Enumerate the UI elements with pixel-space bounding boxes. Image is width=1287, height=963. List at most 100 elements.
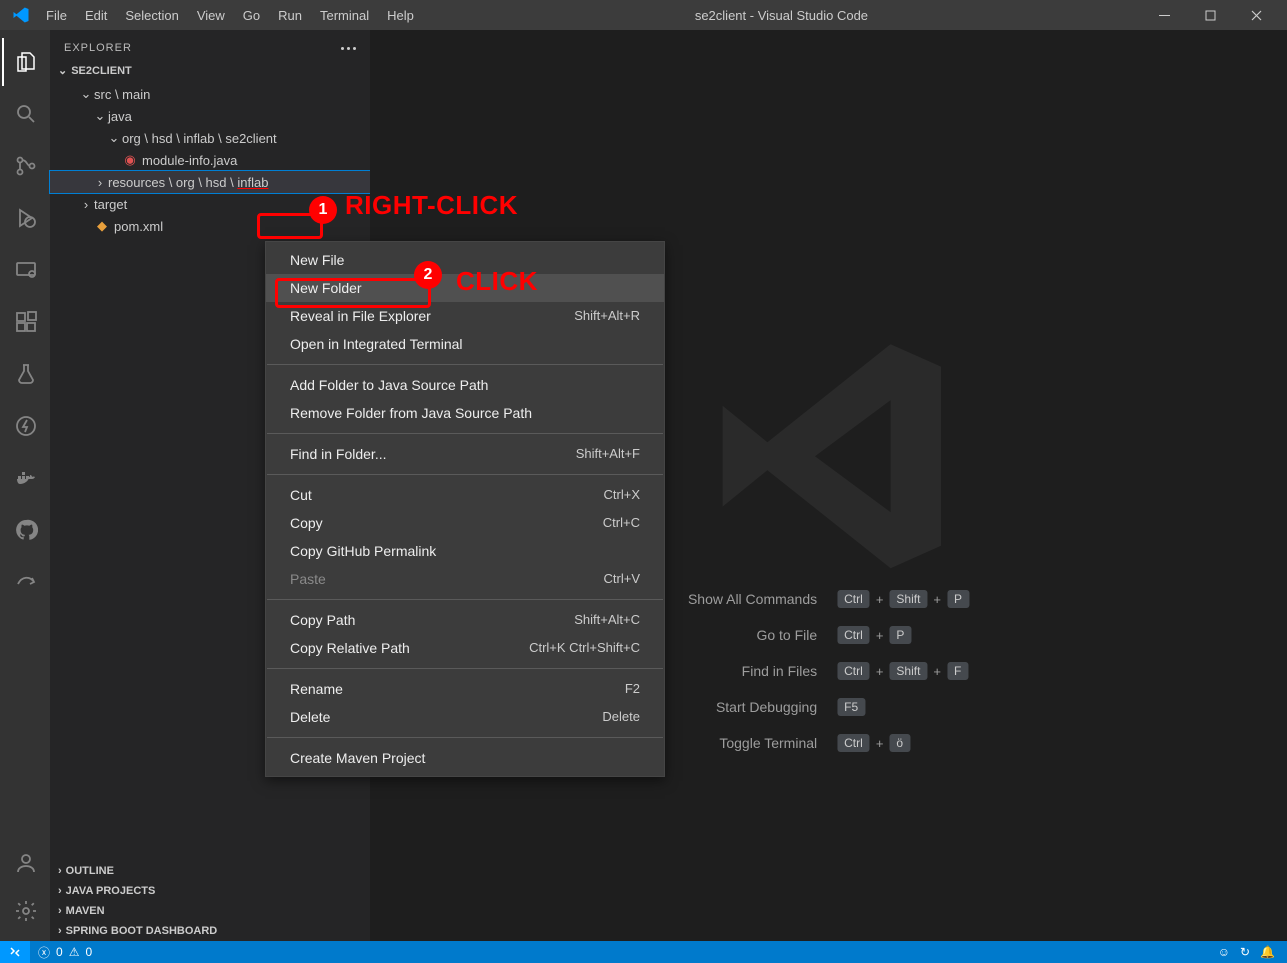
close-button[interactable] bbox=[1233, 0, 1279, 30]
sync-icon[interactable]: ↻ bbox=[1240, 945, 1250, 959]
error-icon: ⓧ bbox=[38, 944, 50, 961]
run-debug-icon[interactable] bbox=[2, 194, 50, 242]
window-title: se2client - Visual Studio Code bbox=[422, 8, 1141, 23]
divider bbox=[267, 474, 663, 475]
folder-label: src \ main bbox=[94, 87, 150, 102]
menu-reveal-explorer[interactable]: Reveal in File ExplorerShift+Alt+R bbox=[266, 302, 664, 330]
shortcut-label: Start Debugging bbox=[688, 699, 817, 715]
tree-file-pom[interactable]: ◆pom.xml bbox=[50, 215, 370, 237]
section-label: SPRING BOOT DASHBOARD bbox=[66, 925, 218, 937]
menu-add-java-path[interactable]: Add Folder to Java Source Path bbox=[266, 371, 664, 399]
section-outline[interactable]: ›OUTLINE bbox=[50, 861, 370, 881]
chevron-right-icon: › bbox=[58, 885, 62, 897]
chevron-down-icon: ⌄ bbox=[106, 130, 122, 146]
extensions-icon[interactable] bbox=[2, 298, 50, 346]
share-icon[interactable] bbox=[2, 558, 50, 606]
section-label: MAVEN bbox=[66, 905, 105, 917]
divider bbox=[267, 668, 663, 669]
divider bbox=[267, 364, 663, 365]
menu-file[interactable]: File bbox=[38, 4, 75, 27]
shortcut-keys: F5 bbox=[837, 698, 969, 716]
file-label: module-info.java bbox=[142, 153, 237, 168]
remote-explorer-icon[interactable] bbox=[2, 246, 50, 294]
testing-icon[interactable] bbox=[2, 350, 50, 398]
menu-copy-relative-path[interactable]: Copy Relative PathCtrl+K Ctrl+Shift+C bbox=[266, 634, 664, 662]
menu-new-folder[interactable]: New Folder bbox=[266, 274, 664, 302]
bell-icon[interactable]: 🔔 bbox=[1260, 945, 1275, 959]
menu-run[interactable]: Run bbox=[270, 4, 310, 27]
maximize-button[interactable] bbox=[1187, 0, 1233, 30]
activity-bar bbox=[0, 30, 50, 941]
menu-copy-github-permalink[interactable]: Copy GitHub Permalink bbox=[266, 537, 664, 565]
menu-new-file[interactable]: New File bbox=[266, 246, 664, 274]
project-name: SE2CLIENT bbox=[71, 65, 132, 77]
tree-folder-package[interactable]: ⌄org \ hsd \ inflab \ se2client bbox=[50, 127, 370, 149]
folder-label: java bbox=[108, 109, 132, 124]
error-count: 0 bbox=[56, 945, 63, 959]
divider bbox=[267, 737, 663, 738]
menu-bar: File Edit Selection View Go Run Terminal… bbox=[38, 4, 422, 27]
feedback-icon[interactable]: ☺ bbox=[1218, 945, 1230, 959]
section-spring-boot[interactable]: ›SPRING BOOT DASHBOARD bbox=[50, 921, 370, 941]
context-menu: New File New Folder Reveal in File Explo… bbox=[265, 241, 665, 777]
folder-label: resources \ org \ hsd \ inflab bbox=[108, 175, 268, 190]
status-bar: ⓧ0 ⚠0 ☺ ↻ 🔔 bbox=[0, 941, 1287, 963]
problems-indicator[interactable]: ⓧ0 ⚠0 bbox=[30, 944, 100, 961]
menu-open-terminal[interactable]: Open in Integrated Terminal bbox=[266, 330, 664, 358]
menu-create-maven[interactable]: Create Maven Project bbox=[266, 744, 664, 772]
tree-file-module-info[interactable]: ◉module-info.java bbox=[50, 149, 370, 171]
chevron-down-icon: ⌄ bbox=[92, 108, 108, 124]
menu-remove-java-path[interactable]: Remove Folder from Java Source Path bbox=[266, 399, 664, 427]
menu-go[interactable]: Go bbox=[235, 4, 268, 27]
menu-paste: PasteCtrl+V bbox=[266, 565, 664, 593]
window-controls bbox=[1141, 0, 1279, 30]
project-section[interactable]: ⌄ SE2CLIENT bbox=[50, 60, 370, 81]
menu-delete[interactable]: DeleteDelete bbox=[266, 703, 664, 731]
tree-folder-target[interactable]: ›target bbox=[50, 193, 370, 215]
explorer-icon[interactable] bbox=[2, 38, 50, 86]
github-icon[interactable] bbox=[2, 506, 50, 554]
menu-copy[interactable]: CopyCtrl+C bbox=[266, 509, 664, 537]
menu-edit[interactable]: Edit bbox=[77, 4, 115, 27]
file-tree: ⌄src \ main ⌄java ⌄org \ hsd \ inflab \ … bbox=[50, 81, 370, 239]
shortcut-keys: Ctrl+Shift+F bbox=[837, 662, 969, 680]
remote-indicator[interactable] bbox=[0, 941, 30, 963]
vscode-logo-icon bbox=[12, 6, 30, 24]
accounts-icon[interactable] bbox=[2, 839, 50, 887]
menu-selection[interactable]: Selection bbox=[117, 4, 186, 27]
more-actions-icon[interactable] bbox=[341, 47, 356, 50]
shortcut-label: Go to File bbox=[688, 627, 817, 643]
shortcut-keys: Ctrl+ö bbox=[837, 734, 969, 752]
shortcut-label: Toggle Terminal bbox=[688, 735, 817, 751]
warning-count: 0 bbox=[85, 945, 92, 959]
chevron-right-icon: › bbox=[58, 905, 62, 917]
vscode-watermark-icon bbox=[689, 316, 969, 599]
chevron-right-icon: › bbox=[92, 175, 108, 190]
source-control-icon[interactable] bbox=[2, 142, 50, 190]
gear-icon[interactable] bbox=[2, 887, 50, 935]
chevron-right-icon: › bbox=[78, 197, 94, 212]
thunder-icon[interactable] bbox=[2, 402, 50, 450]
tree-folder-resources-inflab[interactable]: ›resources \ org \ hsd \ inflab bbox=[50, 171, 370, 193]
explorer-header: EXPLORER bbox=[50, 34, 370, 60]
menu-rename[interactable]: RenameF2 bbox=[266, 675, 664, 703]
menu-help[interactable]: Help bbox=[379, 4, 422, 27]
tree-folder-src-main[interactable]: ⌄src \ main bbox=[50, 83, 370, 105]
menu-copy-path[interactable]: Copy PathShift+Alt+C bbox=[266, 606, 664, 634]
menu-find-in-folder[interactable]: Find in Folder...Shift+Alt+F bbox=[266, 440, 664, 468]
search-icon[interactable] bbox=[2, 90, 50, 138]
shortcut-keys: Ctrl+P bbox=[837, 626, 969, 644]
menu-terminal[interactable]: Terminal bbox=[312, 4, 377, 27]
menu-cut[interactable]: CutCtrl+X bbox=[266, 481, 664, 509]
section-maven[interactable]: › MAVEN bbox=[50, 901, 370, 921]
xml-file-icon: ◆ bbox=[94, 218, 110, 234]
divider bbox=[267, 599, 663, 600]
menu-view[interactable]: View bbox=[189, 4, 233, 27]
docker-icon[interactable] bbox=[2, 454, 50, 502]
section-java-projects[interactable]: ›JAVA PROJECTS bbox=[50, 881, 370, 901]
tree-folder-java[interactable]: ⌄java bbox=[50, 105, 370, 127]
shortcut-label: Show All Commands bbox=[688, 591, 817, 607]
minimize-button[interactable] bbox=[1141, 0, 1187, 30]
welcome-shortcuts: Show All Commands Ctrl+Shift+P Go to Fil… bbox=[688, 590, 969, 752]
chevron-down-icon: ⌄ bbox=[58, 64, 67, 77]
